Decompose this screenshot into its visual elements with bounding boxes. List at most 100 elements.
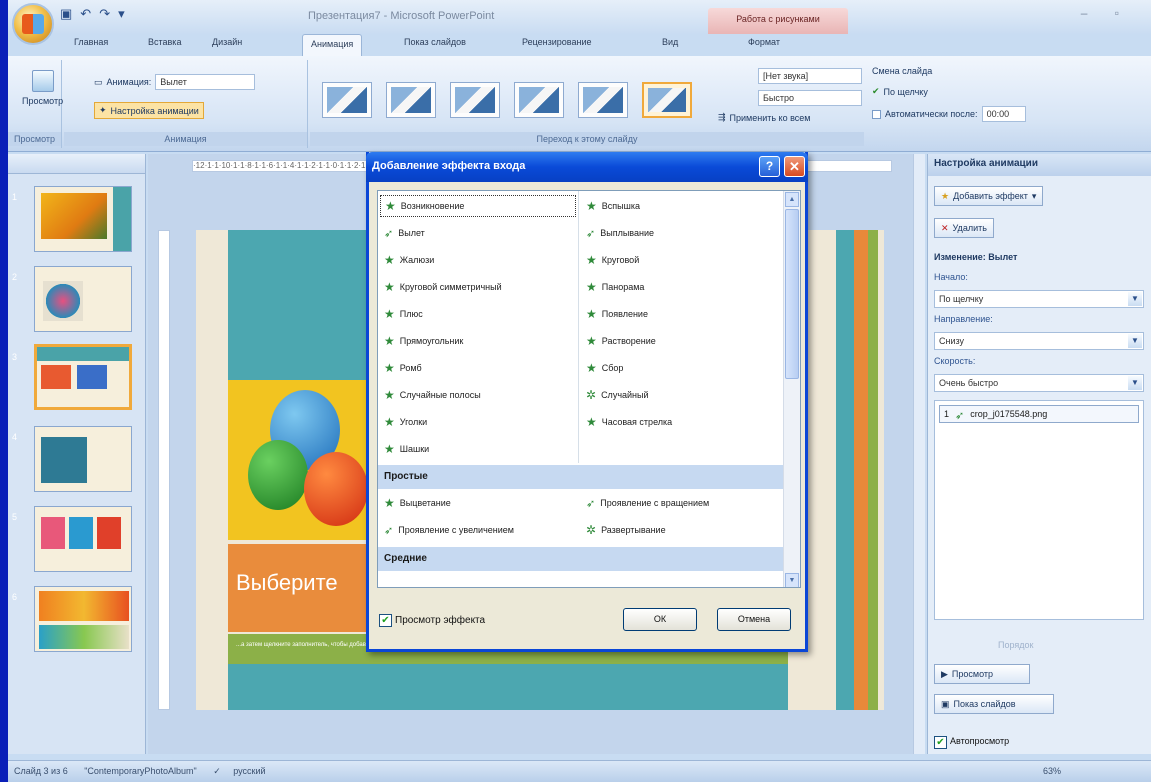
check-icon: ✔ [379, 614, 392, 627]
effect-item[interactable]: ★ Возникновение [380, 195, 576, 217]
tab-slideshow[interactable]: Показ слайдов [404, 37, 466, 47]
slide-thumb-6[interactable] [34, 586, 132, 652]
effect-item[interactable]: ✲ Развертывание [582, 519, 666, 541]
effect-star-icon: ✲ [586, 523, 597, 537]
effect-item[interactable]: ➶ Выплывание [582, 222, 654, 244]
ok-button[interactable]: ОК [623, 608, 697, 631]
effect-star-icon: ★ [586, 415, 597, 429]
vertical-ruler [158, 230, 170, 710]
slide-title[interactable]: Выберите [236, 570, 338, 596]
slides-pane: 1 2 3 4 5 6 [8, 154, 146, 754]
scroll-down-icon[interactable]: ▼ [785, 573, 799, 587]
animation-combo[interactable]: ▭ Анимация: Вылет [94, 74, 256, 90]
effect-item[interactable]: ★ Уголки [380, 411, 427, 433]
add-effect-button[interactable]: ★ Добавить эффект ▾ [934, 186, 1044, 206]
slides-pane-tabs[interactable] [8, 154, 145, 174]
start-label: Начало: [934, 272, 968, 282]
effect-item[interactable]: ★ Выцветание [380, 492, 451, 514]
sound-combo[interactable]: [Нет звука] [758, 68, 862, 84]
custom-animation-icon: ✦ [99, 105, 107, 115]
effect-item[interactable]: ★ Ромб [380, 357, 422, 379]
theme-name: "ContemporaryPhotoAlbum" [84, 766, 197, 776]
slide-thumb-5[interactable] [34, 506, 132, 572]
on-click-checkbox[interactable]: ✔ По щелчку [872, 86, 928, 97]
save-icon[interactable]: ▣ [60, 6, 72, 22]
speed-select[interactable]: Очень быстро ▼ [934, 374, 1144, 392]
custom-animation-button[interactable]: ✦ Настройка анимации [94, 102, 204, 119]
customize-icon[interactable]: ▾ [118, 6, 125, 22]
effect-item[interactable]: ★ Круговой [582, 249, 639, 271]
slide-thumb-3[interactable] [34, 344, 132, 410]
effect-item[interactable]: ★ Шашки [380, 438, 429, 460]
slideshow-button[interactable]: ▣ Показ слайдов [934, 694, 1054, 714]
effect-item[interactable]: ★ Круговой симметричный [380, 276, 502, 298]
effect-star-icon: ★ [384, 334, 395, 348]
group-header-medium: Средние [378, 547, 784, 571]
transition-thumb-6[interactable] [642, 82, 692, 118]
auto-after-checkbox[interactable]: Автоматически после: 00:00 [872, 106, 1026, 122]
check-icon: ✔ [934, 736, 947, 749]
help-icon[interactable]: ? [759, 156, 780, 177]
scroll-up-icon[interactable]: ▲ [785, 192, 799, 207]
effect-item[interactable]: ★ Вспышка [582, 195, 640, 217]
editor-scrollbar[interactable] [913, 154, 925, 754]
tab-animation[interactable]: Анимация [302, 34, 363, 58]
autopreview-checkbox[interactable]: ✔ Автопросмотр [934, 736, 1009, 749]
apply-all-button[interactable]: ⇶ Применить ко всем [718, 112, 810, 123]
direction-select[interactable]: Снизу ▼ [934, 332, 1144, 350]
effect-item[interactable]: ➶ Проявление с вращением [582, 492, 709, 514]
preview-button[interactable]: Просмотр [22, 70, 63, 106]
effect-item[interactable]: ➶ Вылет [380, 222, 425, 244]
effect-item[interactable]: ★ Жалюзи [380, 249, 434, 271]
effect-item[interactable]: ★ Появление [582, 303, 648, 325]
undo-icon[interactable]: ↶ [80, 6, 91, 22]
tab-design[interactable]: Дизайн [212, 37, 242, 47]
transition-thumb-3[interactable] [450, 82, 500, 118]
redo-icon[interactable]: ↷ [99, 6, 110, 22]
tab-home[interactable]: Главная [74, 37, 108, 47]
speed-label: Скорость: [934, 356, 976, 366]
slide-thumb-4[interactable] [34, 426, 132, 492]
auto-time-input[interactable]: 00:00 [981, 106, 1026, 122]
transition-thumb-2[interactable] [386, 82, 436, 118]
cancel-button[interactable]: Отмена [717, 608, 791, 631]
window-controls[interactable]: – ▫ [1081, 6, 1131, 20]
effect-item[interactable]: ★ Случайные полосы [380, 384, 481, 406]
slide-thumb-2[interactable] [34, 266, 132, 332]
tab-format[interactable]: Формат [748, 37, 780, 47]
effect-item[interactable]: ★ Плюс [380, 303, 423, 325]
transition-thumb-5[interactable] [578, 82, 628, 118]
checkbox-icon [872, 109, 881, 119]
animation-list-item[interactable]: 1 ➶ crop_j0175548.png [939, 405, 1139, 423]
group-label-preview: Просмотр [8, 132, 61, 146]
tab-insert[interactable]: Вставка [148, 37, 181, 47]
effect-item[interactable]: ★ Часовая стрелка [582, 411, 672, 433]
balloons-image[interactable] [228, 380, 368, 540]
play-button[interactable]: ▶ Просмотр [934, 664, 1030, 684]
transition-thumb-1[interactable] [322, 82, 372, 118]
start-select[interactable]: По щелчку ▼ [934, 290, 1144, 308]
effect-star-icon: ★ [384, 280, 395, 294]
scroll-thumb[interactable] [785, 209, 799, 379]
effect-item[interactable]: ✲ Случайный [582, 384, 649, 406]
list-scrollbar[interactable]: ▲ ▼ [783, 191, 800, 587]
effect-star-icon: ★ [586, 199, 597, 213]
effect-item[interactable]: ★ Сбор [582, 357, 623, 379]
effect-item[interactable]: ★ Прямоугольник [380, 330, 463, 352]
speed-combo[interactable]: Быстро [758, 90, 862, 106]
tab-review[interactable]: Рецензирование [522, 37, 592, 47]
effect-item[interactable]: ➶ Проявление с увеличением [380, 519, 514, 541]
zoom-level[interactable]: 63% [1043, 766, 1061, 776]
preview-effect-checkbox[interactable]: ✔ Просмотр эффекта [379, 614, 485, 627]
close-icon[interactable]: ✕ [784, 156, 805, 177]
spellcheck-icon[interactable]: ✓ [213, 766, 221, 776]
effect-item[interactable]: ★ Растворение [582, 330, 656, 352]
ribbon: Просмотр Просмотр ▭ Анимация: Вылет ✦ На… [8, 56, 1151, 152]
effect-star-icon: ★ [586, 361, 597, 375]
tab-view[interactable]: Вид [662, 37, 678, 47]
office-button[interactable] [12, 3, 54, 45]
slide-thumb-1[interactable] [34, 186, 132, 252]
transition-thumb-4[interactable] [514, 82, 564, 118]
effect-item[interactable]: ★ Панорама [582, 276, 644, 298]
remove-button[interactable]: ✕ Удалить [934, 218, 994, 238]
